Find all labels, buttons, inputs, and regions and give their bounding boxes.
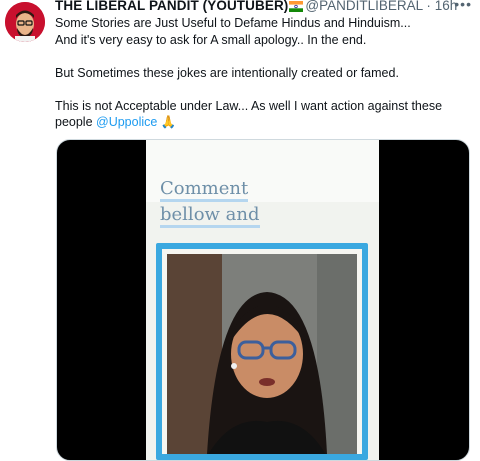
- more-horizontal-icon[interactable]: •••: [454, 0, 472, 12]
- tweet-line: But Sometimes these jokes are intentiona…: [55, 65, 399, 80]
- overlay-line: Comment: [160, 178, 249, 202]
- avatar-illustration: [5, 2, 45, 42]
- tweet-line: And it's very easy to ask for A small ap…: [55, 32, 367, 47]
- author-handle[interactable]: @PANDITLIBERAL: [305, 0, 422, 13]
- tweet-line: Some Stories are Just Useful to Defame H…: [55, 16, 411, 30]
- india-flag-icon: [289, 0, 304, 16]
- author-avatar[interactable]: [5, 2, 45, 42]
- meta-separator: ·: [426, 0, 431, 13]
- tweet-line-last: people @Uppolice 🙏: [55, 114, 468, 131]
- video-frame-content: Comment bellow and: [146, 140, 379, 460]
- folded-hands-emoji: 🙏: [160, 115, 177, 129]
- video-player[interactable]: Comment bellow and: [56, 139, 470, 461]
- overlay-line: bellow and: [160, 204, 260, 228]
- video-still-image: [167, 254, 357, 454]
- video-overlay-text: Comment bellow and: [160, 176, 370, 228]
- video-photo-frame: [156, 243, 368, 460]
- tweet-line: This is not Acceptable under Law... As w…: [55, 98, 443, 113]
- mention-link[interactable]: @Uppolice: [96, 115, 157, 129]
- author-name[interactable]: THE LIBERAL PANDIT (YOUTUBER): [55, 0, 288, 13]
- tweet-line-prefix: people: [55, 115, 97, 129]
- tweet-header: THE LIBERAL PANDIT (YOUTUBER) @PANDITLIBE…: [55, 0, 480, 14]
- tweet-text: Some Stories are Just Useful to Defame H…: [55, 15, 468, 131]
